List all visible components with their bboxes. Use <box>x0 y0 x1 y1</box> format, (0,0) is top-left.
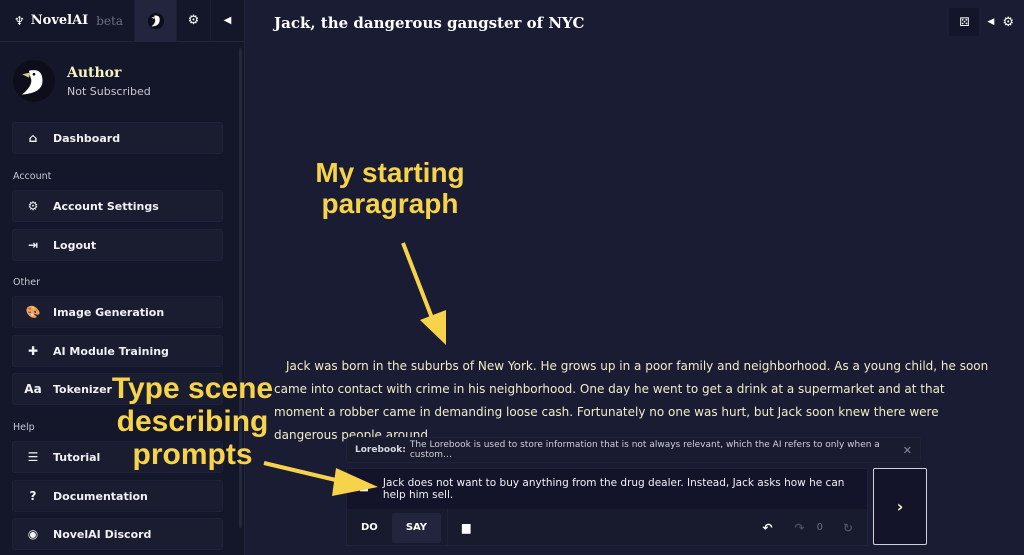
arrow-head-top <box>420 310 446 345</box>
arrow-line-left <box>263 461 341 483</box>
arrow-line-top <box>401 242 434 319</box>
annotation-arrows <box>263 242 446 496</box>
arrow-head-left <box>332 468 378 496</box>
